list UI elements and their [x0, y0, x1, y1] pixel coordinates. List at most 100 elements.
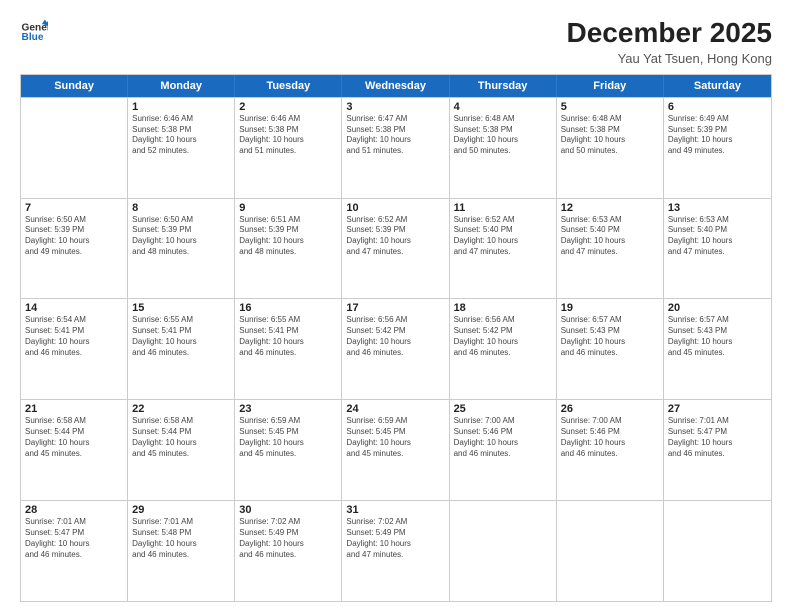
day-number: 20 — [668, 302, 767, 314]
day-number: 14 — [25, 302, 123, 314]
calendar-cell: 14Sunrise: 6:54 AM Sunset: 5:41 PM Dayli… — [21, 299, 128, 399]
calendar-week: 7Sunrise: 6:50 AM Sunset: 5:39 PM Daylig… — [21, 198, 771, 299]
calendar-cell — [450, 501, 557, 601]
day-info: Sunrise: 6:53 AM Sunset: 5:40 PM Dayligh… — [668, 215, 767, 258]
logo-icon: General Blue — [20, 18, 48, 46]
calendar-cell — [21, 98, 128, 198]
day-info: Sunrise: 6:46 AM Sunset: 5:38 PM Dayligh… — [132, 114, 230, 157]
calendar-cell: 5Sunrise: 6:48 AM Sunset: 5:38 PM Daylig… — [557, 98, 664, 198]
day-number: 27 — [668, 403, 767, 415]
calendar-cell: 2Sunrise: 6:46 AM Sunset: 5:38 PM Daylig… — [235, 98, 342, 198]
calendar-cell: 23Sunrise: 6:59 AM Sunset: 5:45 PM Dayli… — [235, 400, 342, 500]
day-number: 21 — [25, 403, 123, 415]
day-number: 3 — [346, 101, 444, 113]
calendar-header-cell: Tuesday — [235, 75, 342, 97]
day-number: 30 — [239, 504, 337, 516]
calendar: SundayMondayTuesdayWednesdayThursdayFrid… — [20, 74, 772, 602]
calendar-header-cell: Saturday — [664, 75, 771, 97]
day-info: Sunrise: 6:53 AM Sunset: 5:40 PM Dayligh… — [561, 215, 659, 258]
subtitle: Yau Yat Tsuen, Hong Kong — [567, 51, 772, 66]
calendar-cell: 21Sunrise: 6:58 AM Sunset: 5:44 PM Dayli… — [21, 400, 128, 500]
calendar-cell: 12Sunrise: 6:53 AM Sunset: 5:40 PM Dayli… — [557, 199, 664, 299]
day-number: 19 — [561, 302, 659, 314]
day-info: Sunrise: 6:59 AM Sunset: 5:45 PM Dayligh… — [239, 416, 337, 459]
day-number: 13 — [668, 202, 767, 214]
day-info: Sunrise: 6:55 AM Sunset: 5:41 PM Dayligh… — [239, 315, 337, 358]
calendar-cell: 27Sunrise: 7:01 AM Sunset: 5:47 PM Dayli… — [664, 400, 771, 500]
calendar-cell: 3Sunrise: 6:47 AM Sunset: 5:38 PM Daylig… — [342, 98, 449, 198]
calendar-week: 21Sunrise: 6:58 AM Sunset: 5:44 PM Dayli… — [21, 399, 771, 500]
day-info: Sunrise: 6:57 AM Sunset: 5:43 PM Dayligh… — [561, 315, 659, 358]
day-number: 23 — [239, 403, 337, 415]
calendar-cell: 22Sunrise: 6:58 AM Sunset: 5:44 PM Dayli… — [128, 400, 235, 500]
day-info: Sunrise: 6:57 AM Sunset: 5:43 PM Dayligh… — [668, 315, 767, 358]
calendar-cell: 15Sunrise: 6:55 AM Sunset: 5:41 PM Dayli… — [128, 299, 235, 399]
day-info: Sunrise: 6:55 AM Sunset: 5:41 PM Dayligh… — [132, 315, 230, 358]
day-number: 9 — [239, 202, 337, 214]
day-info: Sunrise: 7:01 AM Sunset: 5:47 PM Dayligh… — [668, 416, 767, 459]
calendar-cell: 9Sunrise: 6:51 AM Sunset: 5:39 PM Daylig… — [235, 199, 342, 299]
day-number: 1 — [132, 101, 230, 113]
day-info: Sunrise: 6:56 AM Sunset: 5:42 PM Dayligh… — [346, 315, 444, 358]
day-info: Sunrise: 6:48 AM Sunset: 5:38 PM Dayligh… — [454, 114, 552, 157]
day-number: 8 — [132, 202, 230, 214]
day-info: Sunrise: 6:50 AM Sunset: 5:39 PM Dayligh… — [132, 215, 230, 258]
day-info: Sunrise: 7:00 AM Sunset: 5:46 PM Dayligh… — [561, 416, 659, 459]
day-number: 24 — [346, 403, 444, 415]
day-info: Sunrise: 6:47 AM Sunset: 5:38 PM Dayligh… — [346, 114, 444, 157]
calendar-cell: 11Sunrise: 6:52 AM Sunset: 5:40 PM Dayli… — [450, 199, 557, 299]
day-number: 16 — [239, 302, 337, 314]
calendar-cell: 6Sunrise: 6:49 AM Sunset: 5:39 PM Daylig… — [664, 98, 771, 198]
day-number: 25 — [454, 403, 552, 415]
calendar-cell: 30Sunrise: 7:02 AM Sunset: 5:49 PM Dayli… — [235, 501, 342, 601]
day-number: 22 — [132, 403, 230, 415]
day-number: 5 — [561, 101, 659, 113]
calendar-cell: 13Sunrise: 6:53 AM Sunset: 5:40 PM Dayli… — [664, 199, 771, 299]
calendar-cell: 26Sunrise: 7:00 AM Sunset: 5:46 PM Dayli… — [557, 400, 664, 500]
calendar-body: 1Sunrise: 6:46 AM Sunset: 5:38 PM Daylig… — [21, 97, 771, 601]
calendar-header-cell: Thursday — [450, 75, 557, 97]
calendar-cell — [664, 501, 771, 601]
day-info: Sunrise: 7:02 AM Sunset: 5:49 PM Dayligh… — [239, 517, 337, 560]
day-number: 15 — [132, 302, 230, 314]
day-number: 11 — [454, 202, 552, 214]
calendar-header-cell: Monday — [128, 75, 235, 97]
calendar-cell: 24Sunrise: 6:59 AM Sunset: 5:45 PM Dayli… — [342, 400, 449, 500]
calendar-cell: 20Sunrise: 6:57 AM Sunset: 5:43 PM Dayli… — [664, 299, 771, 399]
calendar-cell: 7Sunrise: 6:50 AM Sunset: 5:39 PM Daylig… — [21, 199, 128, 299]
day-info: Sunrise: 6:50 AM Sunset: 5:39 PM Dayligh… — [25, 215, 123, 258]
calendar-cell: 31Sunrise: 7:02 AM Sunset: 5:49 PM Dayli… — [342, 501, 449, 601]
day-info: Sunrise: 6:46 AM Sunset: 5:38 PM Dayligh… — [239, 114, 337, 157]
calendar-header-cell: Wednesday — [342, 75, 449, 97]
calendar-cell: 16Sunrise: 6:55 AM Sunset: 5:41 PM Dayli… — [235, 299, 342, 399]
day-number: 12 — [561, 202, 659, 214]
calendar-header: SundayMondayTuesdayWednesdayThursdayFrid… — [21, 75, 771, 97]
day-info: Sunrise: 7:00 AM Sunset: 5:46 PM Dayligh… — [454, 416, 552, 459]
day-number: 18 — [454, 302, 552, 314]
day-number: 4 — [454, 101, 552, 113]
calendar-week: 1Sunrise: 6:46 AM Sunset: 5:38 PM Daylig… — [21, 97, 771, 198]
calendar-week: 14Sunrise: 6:54 AM Sunset: 5:41 PM Dayli… — [21, 298, 771, 399]
day-info: Sunrise: 6:58 AM Sunset: 5:44 PM Dayligh… — [25, 416, 123, 459]
day-number: 6 — [668, 101, 767, 113]
day-info: Sunrise: 6:52 AM Sunset: 5:40 PM Dayligh… — [454, 215, 552, 258]
day-info: Sunrise: 6:58 AM Sunset: 5:44 PM Dayligh… — [132, 416, 230, 459]
calendar-cell: 29Sunrise: 7:01 AM Sunset: 5:48 PM Dayli… — [128, 501, 235, 601]
header: General Blue December 2025 Yau Yat Tsuen… — [20, 18, 772, 66]
day-info: Sunrise: 6:49 AM Sunset: 5:39 PM Dayligh… — [668, 114, 767, 157]
day-info: Sunrise: 6:59 AM Sunset: 5:45 PM Dayligh… — [346, 416, 444, 459]
calendar-header-cell: Sunday — [21, 75, 128, 97]
day-info: Sunrise: 6:54 AM Sunset: 5:41 PM Dayligh… — [25, 315, 123, 358]
main-title: December 2025 — [567, 18, 772, 49]
calendar-week: 28Sunrise: 7:01 AM Sunset: 5:47 PM Dayli… — [21, 500, 771, 601]
day-number: 2 — [239, 101, 337, 113]
calendar-cell: 28Sunrise: 7:01 AM Sunset: 5:47 PM Dayli… — [21, 501, 128, 601]
day-number: 29 — [132, 504, 230, 516]
calendar-cell: 1Sunrise: 6:46 AM Sunset: 5:38 PM Daylig… — [128, 98, 235, 198]
day-info: Sunrise: 6:56 AM Sunset: 5:42 PM Dayligh… — [454, 315, 552, 358]
calendar-cell: 19Sunrise: 6:57 AM Sunset: 5:43 PM Dayli… — [557, 299, 664, 399]
day-info: Sunrise: 6:51 AM Sunset: 5:39 PM Dayligh… — [239, 215, 337, 258]
day-number: 7 — [25, 202, 123, 214]
calendar-cell: 17Sunrise: 6:56 AM Sunset: 5:42 PM Dayli… — [342, 299, 449, 399]
calendar-cell: 4Sunrise: 6:48 AM Sunset: 5:38 PM Daylig… — [450, 98, 557, 198]
